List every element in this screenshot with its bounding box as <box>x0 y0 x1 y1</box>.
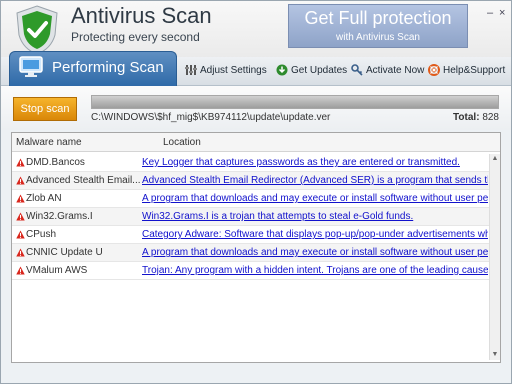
close-button[interactable]: × <box>499 7 505 19</box>
help-support-label: Help&Support <box>443 64 506 76</box>
malware-name: Win32.Grams.I <box>26 211 93 222</box>
warning-triangle-icon <box>16 176 25 185</box>
malware-name-cell: VMalum AWS <box>16 265 87 276</box>
malware-name-cell: CPush <box>16 229 56 240</box>
app-title: Antivirus Scan <box>71 3 212 28</box>
get-updates-label: Get Updates <box>291 64 348 76</box>
malware-location-link[interactable]: A program that downloads and may execute… <box>142 247 488 258</box>
total-value: 828 <box>482 112 499 123</box>
adjust-settings-button[interactable]: Adjust Settings <box>185 64 267 76</box>
scan-progress-bar <box>91 95 499 109</box>
column-location[interactable]: Location <box>163 137 201 148</box>
warning-triangle-icon <box>16 212 25 221</box>
malware-name: VMalum AWS <box>26 265 88 276</box>
tab-performing-scan[interactable]: Performing Scan <box>9 51 177 86</box>
get-updates-button[interactable]: Get Updates <box>276 64 347 76</box>
shield-check-icon <box>16 5 58 55</box>
malware-name: DMD.Bancos <box>26 157 85 168</box>
malware-name-cell: CNNIC Update U <box>16 247 103 258</box>
scan-progress-fill <box>92 96 498 108</box>
malware-name-cell: Win32.Grams.I <box>16 211 93 222</box>
results-rows: DMD.Bancos Key Logger that captures passw… <box>12 154 489 280</box>
current-scan-path: C:\WINDOWS\$hf_mig$\KB974112\update\upda… <box>91 112 331 123</box>
app-subtitle: Protecting every second <box>71 30 200 44</box>
malware-location-link[interactable]: Trojan: Any program with a hidden intent… <box>142 265 488 276</box>
scroll-up-icon[interactable]: ▲ <box>490 154 500 164</box>
activate-now-button[interactable]: Activate Now <box>351 64 424 76</box>
tab-performing-scan-label: Performing Scan <box>52 59 164 76</box>
malware-name-cell: Zlob AN <box>16 193 62 204</box>
malware-location-link[interactable]: Key Logger that captures passwords as th… <box>142 157 488 168</box>
adjust-settings-label: Adjust Settings <box>200 64 267 76</box>
antivirus-window: Antivirus Scan Protecting every second G… <box>0 0 512 384</box>
lifebuoy-icon <box>428 64 440 76</box>
scroll-down-icon[interactable]: ▼ <box>490 350 500 360</box>
settings-icon <box>185 65 197 75</box>
warning-triangle-icon <box>16 194 25 203</box>
monitor-icon <box>19 56 43 77</box>
minimize-button[interactable]: – <box>487 7 493 19</box>
table-row[interactable]: CNNIC Update U A program that downloads a… <box>12 244 489 262</box>
table-row[interactable]: Advanced Stealth Email... Advanced Stealt… <box>12 172 489 190</box>
key-icon <box>351 64 363 76</box>
malware-name-cell: DMD.Bancos <box>16 157 85 168</box>
malware-location-link[interactable]: Category Adware: Software that displays … <box>142 229 488 240</box>
column-malware-name[interactable]: Malware name <box>16 137 82 148</box>
stop-scan-button[interactable]: Stop scan <box>13 97 77 121</box>
malware-location-link[interactable]: Win32.Grams.I is a trojan that attempts … <box>142 211 488 222</box>
table-row[interactable]: DMD.Bancos Key Logger that captures passw… <box>12 154 489 172</box>
warning-triangle-icon <box>16 248 25 257</box>
malware-location-link[interactable]: A program that downloads and may execute… <box>142 193 488 204</box>
total-label: Total: <box>453 112 480 123</box>
promo-subtitle: with Antivirus Scan <box>336 32 420 43</box>
results-table: Malware name Location DMD.Bancos Key Logg… <box>11 132 501 363</box>
warning-triangle-icon <box>16 230 25 239</box>
malware-name: Zlob AN <box>26 193 62 204</box>
total-count: Total: 828 <box>453 112 499 123</box>
results-scrollbar[interactable]: ▲ ▼ <box>489 154 500 360</box>
help-support-button[interactable]: Help&Support <box>428 64 505 76</box>
warning-triangle-icon <box>16 266 25 275</box>
table-row[interactable]: Zlob AN A program that downloads and may … <box>12 190 489 208</box>
malware-name: CNNIC Update U <box>26 247 103 258</box>
table-row[interactable]: CPush Category Adware: Software that disp… <box>12 226 489 244</box>
warning-triangle-icon <box>16 158 25 167</box>
malware-name: CPush <box>26 229 57 240</box>
malware-name: Advanced Stealth Email... <box>26 175 141 186</box>
table-header: Malware name Location <box>12 133 500 152</box>
get-full-protection-button[interactable]: Get Full protection with Antivirus Scan <box>288 4 468 48</box>
update-icon <box>276 64 288 76</box>
table-row[interactable]: Win32.Grams.I Win32.Grams.I is a trojan t… <box>12 208 489 226</box>
malware-name-cell: Advanced Stealth Email... <box>16 175 141 186</box>
table-row[interactable]: VMalum AWS Trojan: Any program with a hid… <box>12 262 489 280</box>
malware-location-link[interactable]: Advanced Stealth Email Redirector (Advan… <box>142 175 488 186</box>
promo-title: Get Full protection <box>304 8 452 28</box>
activate-now-label: Activate Now <box>366 64 425 76</box>
